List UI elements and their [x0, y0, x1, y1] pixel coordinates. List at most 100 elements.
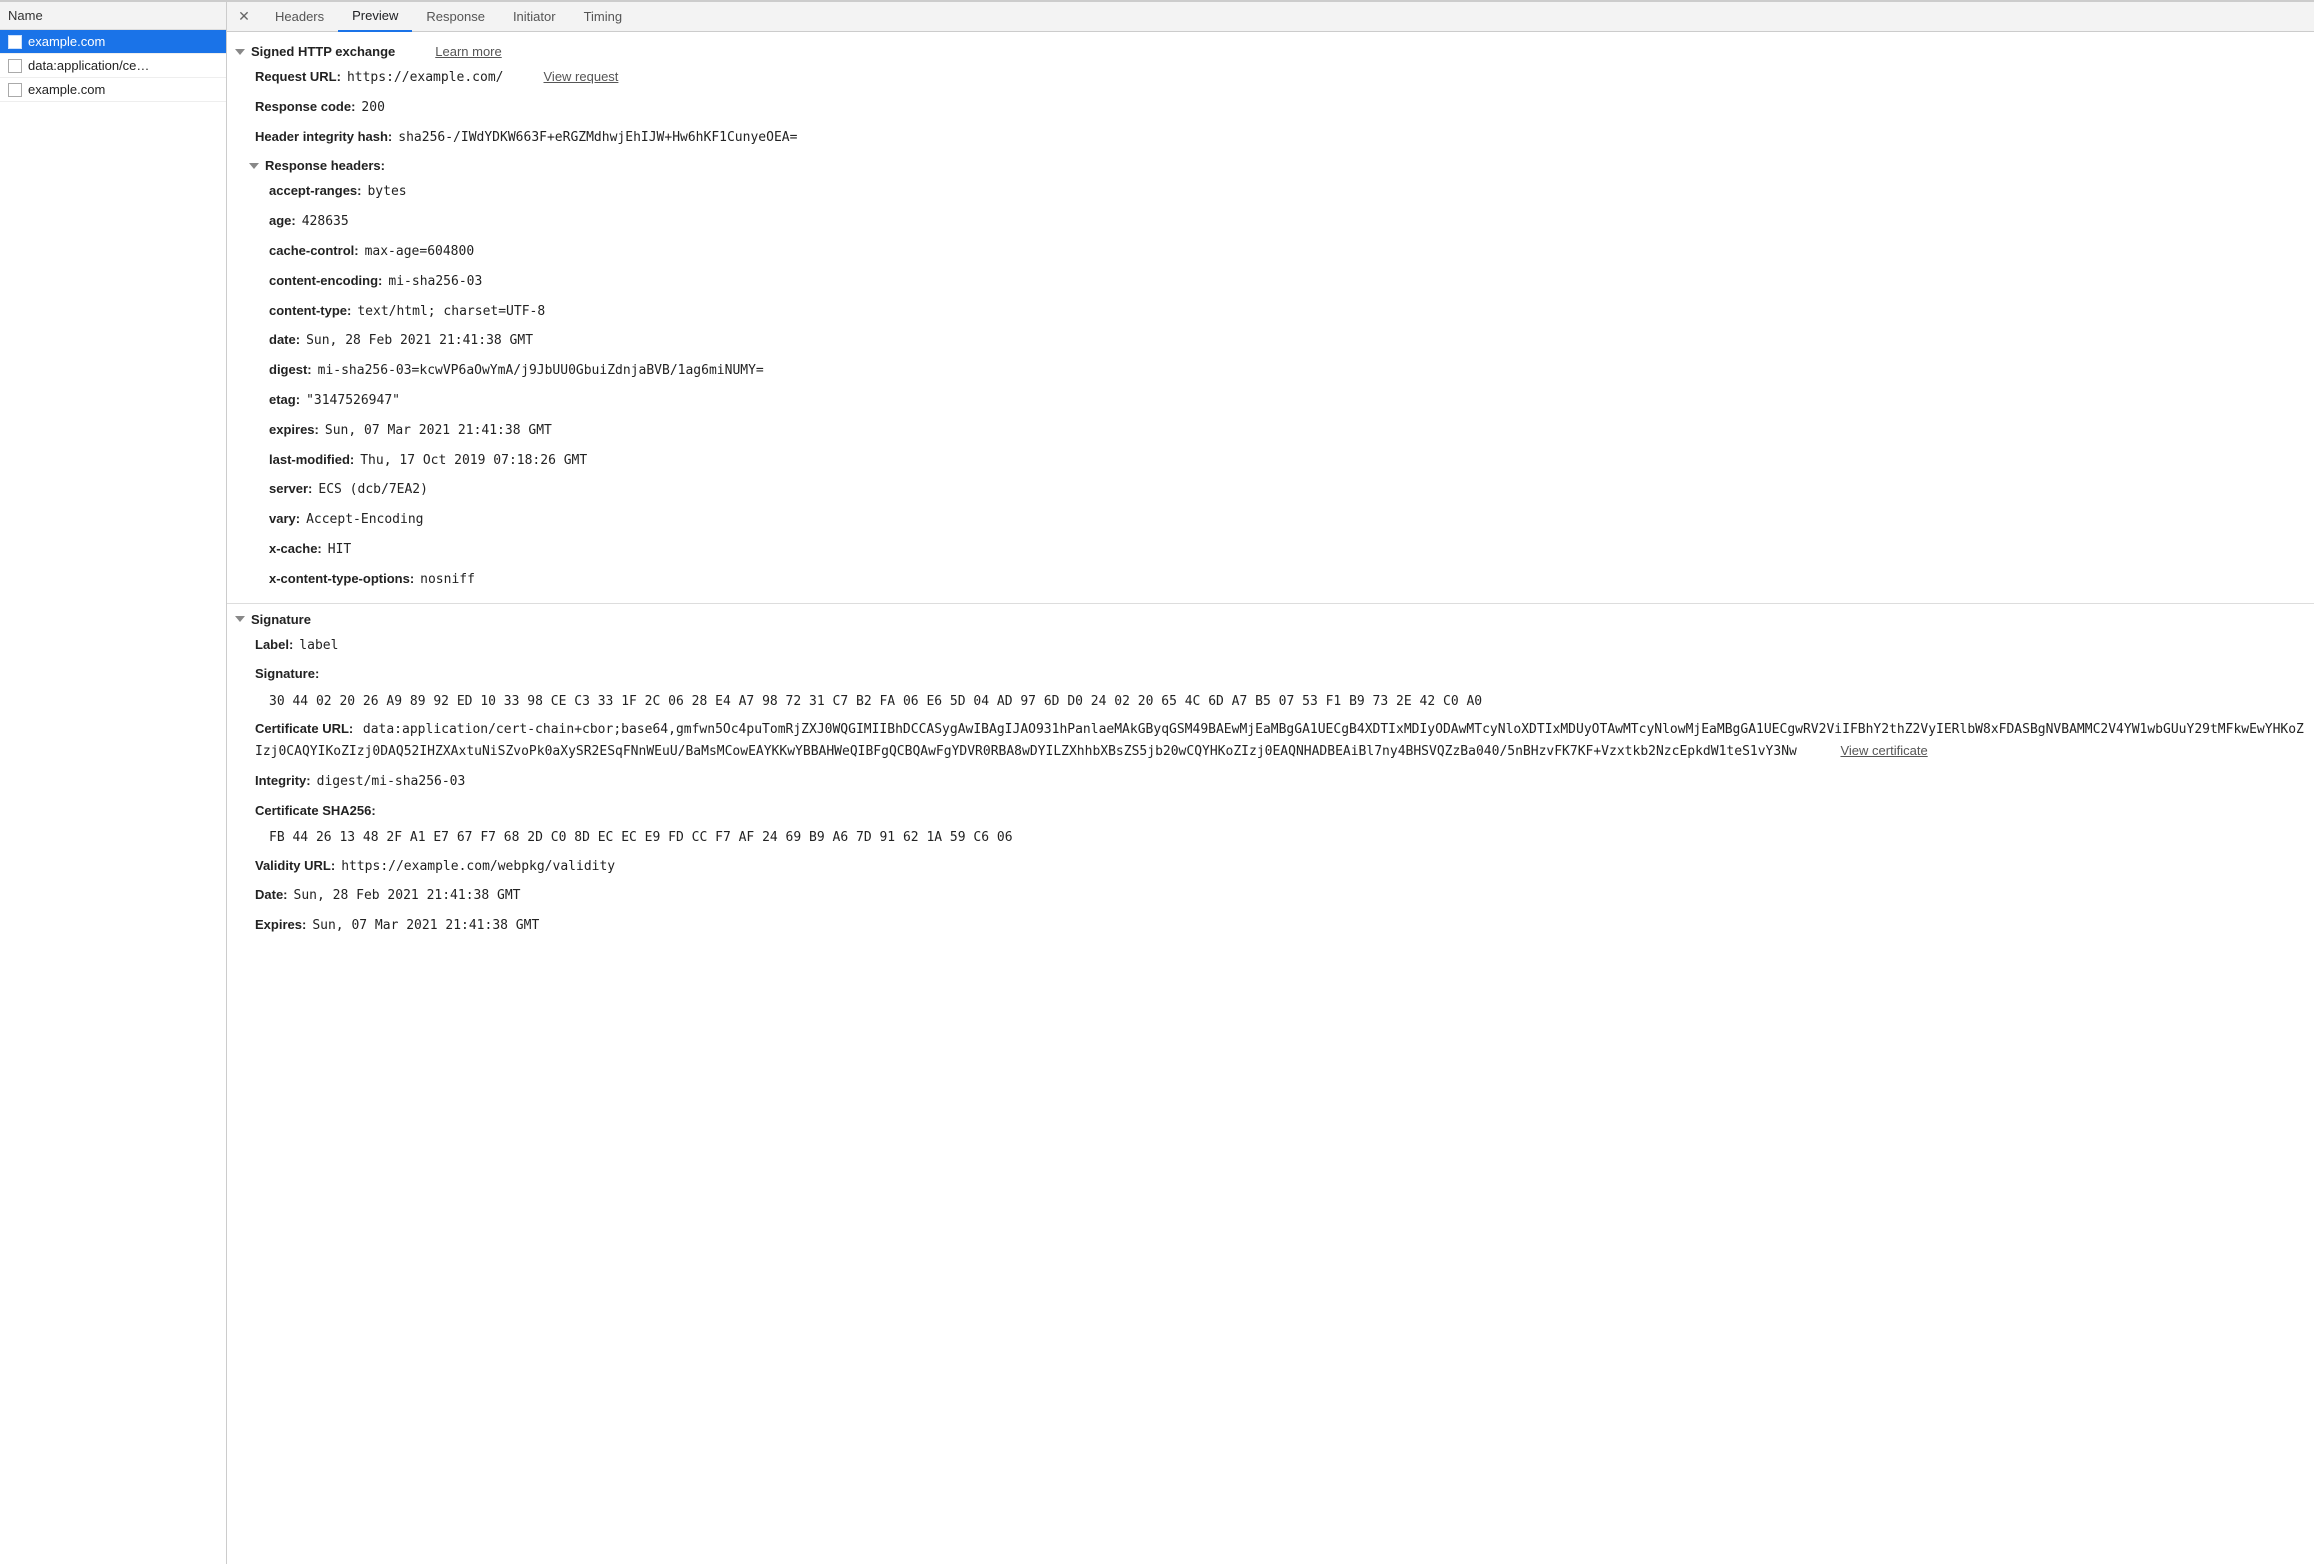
header-value: nosniff	[420, 570, 475, 591]
row-integrity: Integrity: digest/mi-sha256-03	[227, 767, 2314, 797]
section-signature: Signature Label: label Signature: 30 44 …	[227, 604, 2314, 949]
response-headers-list: accept-ranges: bytes age: 428635 cache-contr…	[227, 177, 2314, 594]
sidebar-header: Name	[0, 2, 226, 30]
header-name: date:	[269, 330, 300, 351]
value: https://example.com/	[347, 68, 504, 89]
response-headers-label: Response headers:	[265, 158, 385, 173]
row-validity-url: Validity URL: https://example.com/webpkg…	[227, 852, 2314, 882]
value: label	[299, 636, 338, 657]
header-value: max-age=604800	[365, 242, 475, 263]
content[interactable]: Signed HTTP exchange Learn more Request …	[227, 32, 2314, 1564]
file-icon	[8, 59, 22, 73]
header-value: text/html; charset=UTF-8	[357, 302, 545, 323]
value: https://example.com/webpkg/validity	[341, 857, 615, 878]
response-header-row: cache-control: max-age=604800	[227, 237, 2314, 267]
header-value: ECS (dcb/7EA2)	[318, 480, 428, 501]
label: Signature:	[255, 664, 319, 685]
label: Validity URL:	[255, 856, 335, 877]
tab-response[interactable]: Response	[412, 2, 499, 32]
label: Request URL:	[255, 67, 341, 88]
header-name: content-encoding:	[269, 271, 382, 292]
row-expires: Expires: Sun, 07 Mar 2021 21:41:38 GMT	[227, 911, 2314, 941]
header-name: vary:	[269, 509, 300, 530]
response-header-row: date: Sun, 28 Feb 2021 21:41:38 GMT	[227, 326, 2314, 356]
row-date: Date: Sun, 28 Feb 2021 21:41:38 GMT	[227, 881, 2314, 911]
section-exchange: Signed HTTP exchange Learn more Request …	[227, 36, 2314, 604]
signature-hex: 30 44 02 20 26 A9 89 92 ED 10 33 98 CE C…	[227, 689, 2314, 715]
label: Certificate SHA256:	[255, 801, 376, 822]
label: Date:	[255, 885, 288, 906]
response-header-row: accept-ranges: bytes	[227, 177, 2314, 207]
header-name: last-modified:	[269, 450, 354, 471]
request-row[interactable]: example.com	[0, 78, 226, 102]
cert-sha-hex: FB 44 26 13 48 2F A1 E7 67 F7 68 2D C0 8…	[227, 825, 2314, 851]
response-header-row: x-cache: HIT	[227, 535, 2314, 565]
header-name: x-content-type-options:	[269, 569, 414, 590]
response-header-row: content-encoding: mi-sha256-03	[227, 267, 2314, 297]
row-request-url: Request URL: https://example.com/ View r…	[227, 63, 2314, 93]
tabbar: ✕ HeadersPreviewResponseInitiatorTiming	[227, 2, 2314, 32]
label: Label:	[255, 635, 293, 656]
devtools-root: Name example.com data:application/ce… exam…	[0, 0, 2314, 1564]
view-certificate-link[interactable]: View certificate	[1840, 743, 1927, 758]
section-header-signature[interactable]: Signature	[227, 608, 2314, 631]
response-header-row: etag: "3147526947"	[227, 386, 2314, 416]
header-name: accept-ranges:	[269, 181, 361, 202]
header-value: mi-sha256-03=kcwVP6aOwYmA/j9JbUU0GbuiZdn…	[318, 361, 764, 382]
label: Integrity:	[255, 771, 311, 792]
value: sha256-/IWdYDKW663F+eRGZMdhwjEhIJW+Hw6hK…	[398, 128, 797, 149]
row-cert-url: Certificate URL: data:application/cert-c…	[227, 715, 2314, 767]
row-response-code: Response code: 200	[227, 93, 2314, 123]
header-name: server:	[269, 479, 312, 500]
label: Expires:	[255, 915, 306, 936]
response-header-row: expires: Sun, 07 Mar 2021 21:41:38 GMT	[227, 416, 2314, 446]
learn-more-link[interactable]: Learn more	[435, 44, 501, 59]
header-value: HIT	[328, 540, 351, 561]
tab-headers[interactable]: Headers	[261, 2, 338, 32]
row-sig-label: Label: label	[227, 631, 2314, 661]
response-header-row: server: ECS (dcb/7EA2)	[227, 475, 2314, 505]
row-sig-signature-label: Signature:	[227, 660, 2314, 689]
header-name: x-cache:	[269, 539, 322, 560]
header-name: content-type:	[269, 301, 351, 322]
label: Header integrity hash:	[255, 127, 392, 148]
view-request-link[interactable]: View request	[544, 67, 619, 88]
tab-initiator[interactable]: Initiator	[499, 2, 570, 32]
header-value: "3147526947"	[306, 391, 400, 412]
row-header-integrity-hash: Header integrity hash: sha256-/IWdYDKW66…	[227, 123, 2314, 153]
header-value: mi-sha256-03	[388, 272, 482, 293]
tab-timing[interactable]: Timing	[570, 2, 637, 32]
response-header-row: content-type: text/html; charset=UTF-8	[227, 297, 2314, 327]
request-row[interactable]: data:application/ce…	[0, 54, 226, 78]
header-value: 428635	[302, 212, 349, 233]
sidebar: Name example.com data:application/ce… exam…	[0, 2, 227, 1564]
header-name: expires:	[269, 420, 319, 441]
header-name: age:	[269, 211, 296, 232]
row-cert-sha-label: Certificate SHA256:	[227, 797, 2314, 826]
disclosure-triangle-icon	[235, 49, 245, 55]
header-name: cache-control:	[269, 241, 359, 262]
tab-preview[interactable]: Preview	[338, 2, 412, 32]
section-title: Signed HTTP exchange	[251, 44, 395, 59]
header-value: Sun, 28 Feb 2021 21:41:38 GMT	[306, 331, 533, 352]
header-value: Sun, 07 Mar 2021 21:41:38 GMT	[325, 421, 552, 442]
request-row[interactable]: example.com	[0, 30, 226, 54]
header-name: etag:	[269, 390, 300, 411]
header-value: Accept-Encoding	[306, 510, 423, 531]
value: digest/mi-sha256-03	[317, 772, 466, 793]
close-icon[interactable]: ✕	[233, 6, 255, 28]
response-header-row: last-modified: Thu, 17 Oct 2019 07:18:26 …	[227, 446, 2314, 476]
file-icon	[8, 83, 22, 97]
request-label: example.com	[28, 82, 105, 97]
label: Certificate URL:	[255, 721, 353, 736]
disclosure-triangle-icon	[235, 616, 245, 622]
header-value: Thu, 17 Oct 2019 07:18:26 GMT	[360, 451, 587, 472]
main-panel: ✕ HeadersPreviewResponseInitiatorTiming …	[227, 2, 2314, 1564]
request-label: example.com	[28, 34, 105, 49]
label: Response code:	[255, 97, 355, 118]
response-header-row: age: 428635	[227, 207, 2314, 237]
header-value: bytes	[367, 182, 406, 203]
disclosure-triangle-icon	[249, 163, 259, 169]
section-header-exchange[interactable]: Signed HTTP exchange Learn more	[227, 40, 2314, 63]
response-headers-header[interactable]: Response headers:	[227, 152, 2314, 177]
